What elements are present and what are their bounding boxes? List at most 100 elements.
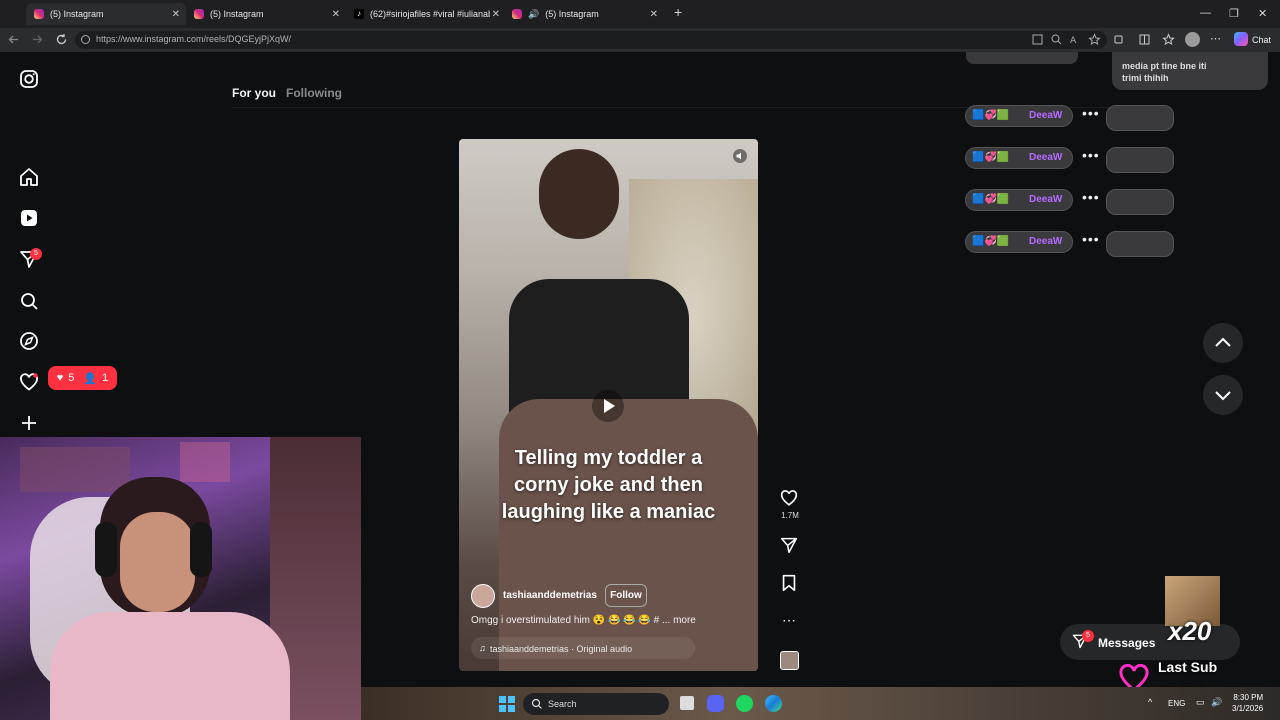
tab-for-you[interactable]: For you <box>232 86 276 100</box>
search-icon[interactable] <box>18 290 40 312</box>
tab-title: (5) Instagram <box>210 9 264 19</box>
browser-tab-2[interactable]: (5) Instagram ✕ <box>186 3 346 25</box>
more-icon[interactable]: ⋯ <box>782 612 796 629</box>
chat-dots: ••• <box>1082 105 1100 121</box>
reel-description[interactable]: Omgg i overstimulated him 😵 😂 😂 😂 # ... … <box>471 615 696 626</box>
close-tab-icon[interactable]: ✕ <box>492 9 500 20</box>
chat-username: DeeaW <box>1029 152 1063 163</box>
volume-icon[interactable] <box>733 149 747 163</box>
chat-emote-pill <box>1106 189 1174 215</box>
webcam-poster <box>180 442 230 482</box>
streamer-webcam <box>0 437 361 720</box>
spotify-icon[interactable] <box>736 695 753 712</box>
explore-icon[interactable] <box>18 330 40 352</box>
chat-username: DeeaW <box>1029 110 1063 121</box>
webcam-shirt <box>50 612 290 720</box>
chat-dots: ••• <box>1082 189 1100 205</box>
extensions-icon[interactable] <box>1112 33 1125 46</box>
zoom-icon[interactable] <box>1050 33 1063 46</box>
split-screen-icon[interactable] <box>1138 33 1151 46</box>
chat-badges-icon: 🟦💞🟩 <box>972 194 1010 205</box>
close-tab-icon[interactable]: ✕ <box>172 9 180 20</box>
webcam-shelf <box>20 447 130 492</box>
follow-button[interactable]: Follow <box>605 584 647 607</box>
chat-message-bubble: media pt tine bne iti trimi thihih <box>1112 52 1268 90</box>
profile-avatar[interactable] <box>1185 32 1200 47</box>
reel-child-head <box>539 149 619 239</box>
copilot-icon[interactable] <box>1234 32 1248 46</box>
close-window-button[interactable]: ✕ <box>1258 7 1267 20</box>
audio-thumbnail[interactable] <box>780 651 799 670</box>
audio-label[interactable]: tashiaanddemetrias · Original audio <box>490 644 632 654</box>
activity-popover[interactable]: ♥ 5 👤 1 <box>48 366 117 390</box>
like-count: 5 <box>68 372 75 384</box>
follow-count: 1 <box>102 372 109 384</box>
author-name[interactable]: tashiaanddemetrias <box>503 590 597 601</box>
headphones-right <box>190 522 212 577</box>
close-tab-icon[interactable]: ✕ <box>332 9 340 20</box>
tab-title: (5) Instagram <box>50 9 104 19</box>
edge-icon[interactable] <box>765 695 782 712</box>
read-aloud-icon[interactable]: A <box>1069 33 1082 46</box>
chat-user-pill: 🟦💞🟩 DeeaW <box>965 147 1073 169</box>
next-reel-button[interactable] <box>1203 375 1243 415</box>
tray-chevron-icon[interactable]: ^ <box>1148 697 1152 707</box>
new-tab-button[interactable]: + <box>674 4 682 20</box>
webcam-face <box>120 512 195 612</box>
chat-dots: ••• <box>1082 231 1100 247</box>
browser-tab-strip: (5) Instagram ✕ (5) Instagram ✕ ♪ (62)#s… <box>0 0 1280 28</box>
forward-icon[interactable] <box>31 33 44 46</box>
speaker-icon[interactable]: 🔊 <box>528 9 539 20</box>
chat-user-pill: 🟦💞🟩 DeeaW <box>965 105 1073 127</box>
instagram-logo-icon[interactable] <box>18 68 40 90</box>
taskbar-search[interactable]: Search <box>523 693 669 715</box>
home-icon[interactable] <box>18 166 40 188</box>
play-icon[interactable] <box>592 390 624 422</box>
taskbar-clock[interactable]: 8:30 PM 3/1/2026 <box>1232 692 1263 714</box>
discord-icon[interactable] <box>707 695 724 712</box>
feed-tabs: For you Following <box>232 86 342 100</box>
reel-blanket <box>499 399 758 671</box>
close-tab-icon[interactable]: ✕ <box>650 9 658 20</box>
author-avatar[interactable] <box>471 584 495 608</box>
minimize-button[interactable]: — <box>1200 7 1211 19</box>
share-icon[interactable] <box>779 535 799 555</box>
reels-icon[interactable] <box>18 207 40 229</box>
chat-button[interactable]: Chat <box>1252 35 1271 45</box>
network-icon[interactable]: ▭ <box>1196 697 1205 708</box>
language-indicator[interactable]: ENG <box>1168 699 1185 708</box>
previous-reel-button[interactable] <box>1203 323 1243 363</box>
heart-icon[interactable] <box>18 371 40 393</box>
messages-label[interactable]: Messages <box>1098 636 1155 650</box>
bookmark-icon[interactable] <box>779 573 799 593</box>
tab-list-chevron-icon[interactable] <box>2 3 18 25</box>
reel-video[interactable]: Telling my toddler a corny joke and then… <box>459 139 758 671</box>
site-info-icon[interactable] <box>79 33 92 46</box>
alert-title: Last Sub <box>1158 659 1218 675</box>
like-icon[interactable] <box>779 488 799 508</box>
url-text[interactable]: https://www.instagram.com/reels/DQGEyjPj… <box>96 34 291 44</box>
caption-line: Telling my toddler a <box>514 447 703 469</box>
volume-tray-icon[interactable]: 🔊 <box>1211 697 1222 708</box>
create-icon[interactable] <box>18 412 40 434</box>
favorite-star-icon[interactable] <box>1088 33 1101 46</box>
chat-user-pill: 🟦💞🟩 DeeaW <box>965 189 1073 211</box>
refresh-icon[interactable] <box>55 33 68 46</box>
reel-caption: Telling my toddler a corny joke and then… <box>459 445 758 526</box>
file-explorer-icon[interactable] <box>680 696 694 710</box>
person-icon: 👤 <box>83 372 98 385</box>
alert-multiplier: x20 <box>1168 616 1212 646</box>
back-icon[interactable] <box>7 33 20 46</box>
chat-row-partial <box>966 52 1078 64</box>
tab-following[interactable]: Following <box>286 86 342 100</box>
browser-tab-3[interactable]: ♪ (62)#siriojafiles #viral #iulianabere … <box>346 3 506 25</box>
browser-tab-4[interactable]: 🔊 (5) Instagram ✕ <box>504 3 664 25</box>
maximize-button[interactable]: ❐ <box>1229 7 1239 20</box>
more-options-icon[interactable]: ⋯ <box>1210 32 1221 45</box>
app-available-icon[interactable] <box>1031 33 1044 46</box>
browser-tab-1[interactable]: (5) Instagram ✕ <box>26 3 186 25</box>
favorites-icon[interactable] <box>1162 33 1175 46</box>
chat-badges-icon: 🟦💞🟩 <box>972 152 1010 163</box>
music-note-icon: ♫ <box>479 643 486 653</box>
start-icon[interactable] <box>498 695 516 713</box>
